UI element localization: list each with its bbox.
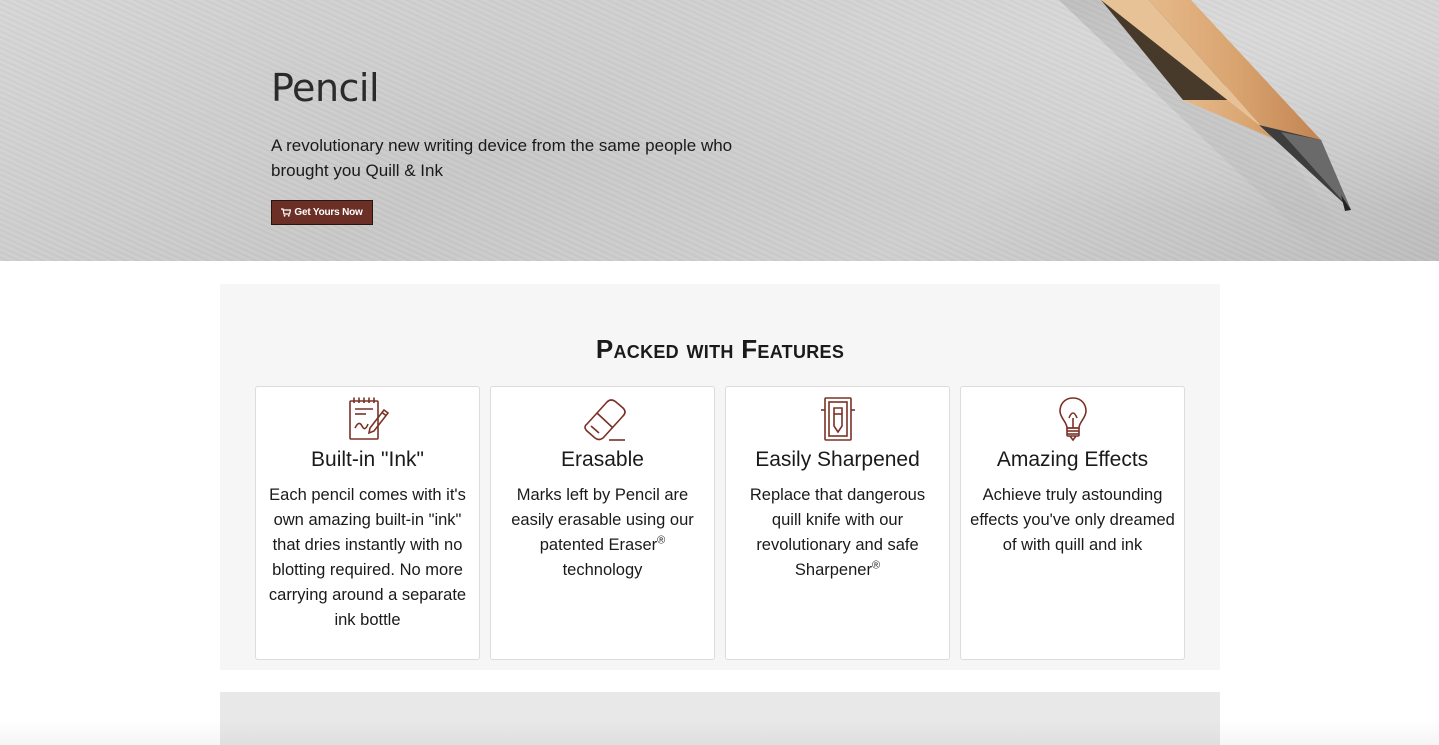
hero-banner: Pencil A revolutionary new writing devic… xyxy=(0,0,1439,261)
feature-description: Achieve truly astounding effects you've … xyxy=(970,486,1175,554)
hero-subtitle: A revolutionary new writing device from … xyxy=(271,136,733,180)
registered-mark: ® xyxy=(657,534,666,547)
feature-description-text: Marks left by Pencil are easily erasable… xyxy=(511,486,694,554)
feature-description-text: Replace that dangerous quill knife with … xyxy=(749,486,926,579)
feature-title: Easily Sharpened xyxy=(755,448,920,471)
feature-card-erasable: Erasable Marks left by Pencil are easily… xyxy=(490,386,715,660)
lightbulb-icon xyxy=(1058,397,1087,442)
feature-description: Marks left by Pencil are easily erasable… xyxy=(499,483,706,583)
features-section: Packed with Features Built-in "Ink" Each… xyxy=(220,284,1220,670)
get-yours-now-button[interactable]: Get Yours Now xyxy=(271,200,373,225)
cta-label: Get Yours Now xyxy=(294,207,363,218)
sharpener-icon xyxy=(820,397,855,441)
feature-description: Each pencil comes with it's own amazing … xyxy=(268,486,467,629)
feature-description: Replace that dangerous quill knife with … xyxy=(734,483,941,583)
pencil-image xyxy=(1059,0,1351,250)
features-title: Packed with Features xyxy=(595,334,845,364)
next-section-band xyxy=(220,692,1220,745)
shopping-cart-icon xyxy=(281,208,292,217)
registered-mark: ® xyxy=(871,559,881,572)
notepad-pencil-icon xyxy=(348,397,389,440)
page-title: Pencil xyxy=(271,66,380,110)
feature-title: Built-in "Ink" xyxy=(311,448,424,471)
feature-card-easily-sharpened: Easily Sharpened Replace that dangerous … xyxy=(725,386,950,660)
feature-card-built-in-ink: Built-in "Ink" Each pencil comes with it… xyxy=(255,386,480,660)
feature-card-amazing-effects: Amazing Effects Achieve truly astounding… xyxy=(960,386,1185,660)
feature-title: Erasable xyxy=(561,448,644,471)
feature-title: Amazing Effects xyxy=(996,448,1149,471)
eraser-icon xyxy=(583,399,626,441)
feature-description-tail: technology xyxy=(562,561,643,579)
